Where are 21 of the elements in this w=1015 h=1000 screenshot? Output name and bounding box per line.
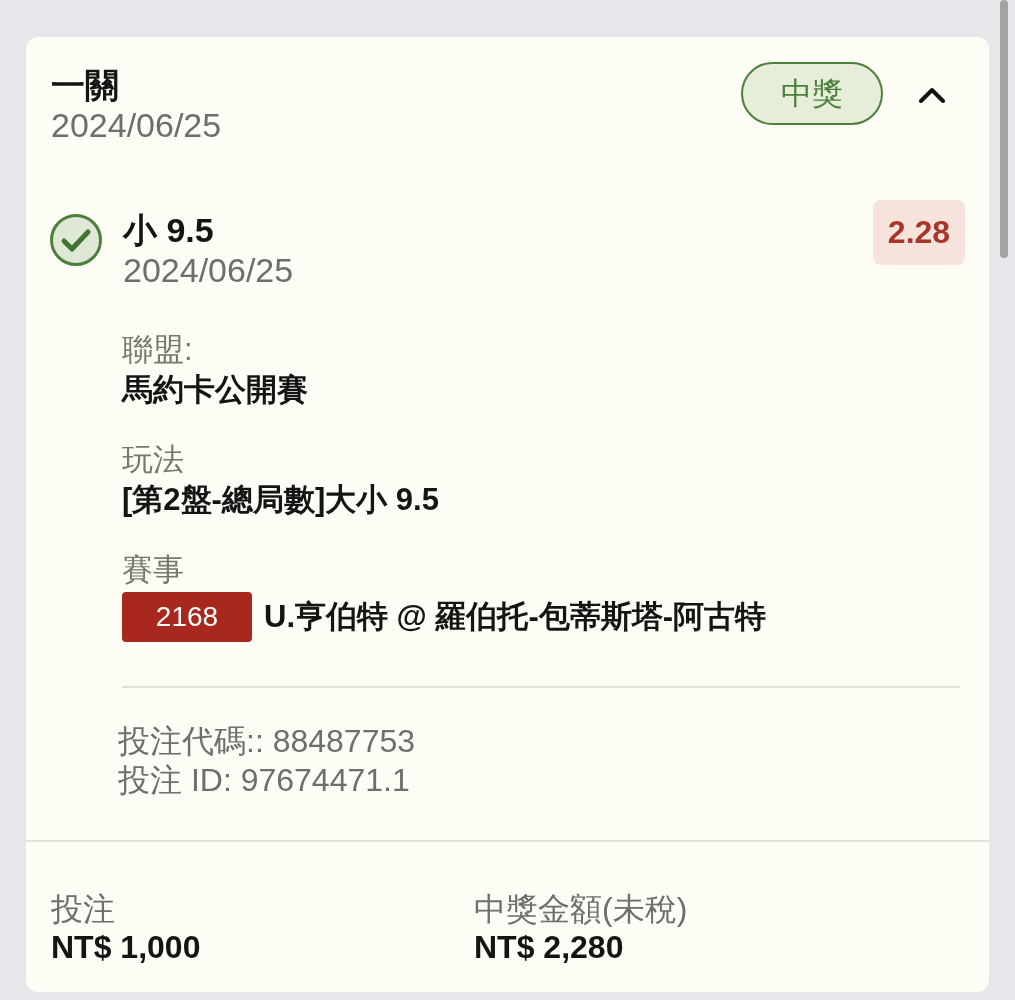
- detail-label: 賽事: [122, 551, 185, 589]
- chevron-up-icon[interactable]: [919, 87, 945, 103]
- odds-value: 2.28: [873, 200, 965, 265]
- total-label: 中獎金額(未稅): [474, 890, 689, 928]
- total-amount: NT$ 1,000: [51, 928, 202, 966]
- bet-type-title: 一關: [51, 65, 120, 105]
- bet-reference: 投注 ID: 97674471.1: [118, 761, 411, 800]
- detail-value: 馬約卡公開賽: [122, 371, 309, 409]
- selection-date: 2024/06/25: [123, 250, 295, 290]
- result-tag: 中獎: [741, 62, 883, 125]
- scrollbar-thumb[interactable]: [1000, 0, 1008, 258]
- total-amount: NT$ 2,280: [474, 928, 625, 966]
- total-label: 投注: [51, 890, 116, 928]
- event-number-tag: 2168: [122, 592, 252, 642]
- detail-value: [第2盤-總局數]大小 9.5: [122, 481, 440, 519]
- event-name: U.亨伯特 @ 羅伯托-包蒂斯塔-阿古特: [264, 598, 767, 636]
- detail-label: 玩法: [122, 441, 185, 479]
- detail-label: 聯盟:: [122, 331, 194, 369]
- bet-reference: 投注代碼:: 88487753: [118, 722, 417, 761]
- selection-name: 小 9.5: [123, 210, 215, 250]
- bet-date: 2024/06/25: [51, 105, 223, 145]
